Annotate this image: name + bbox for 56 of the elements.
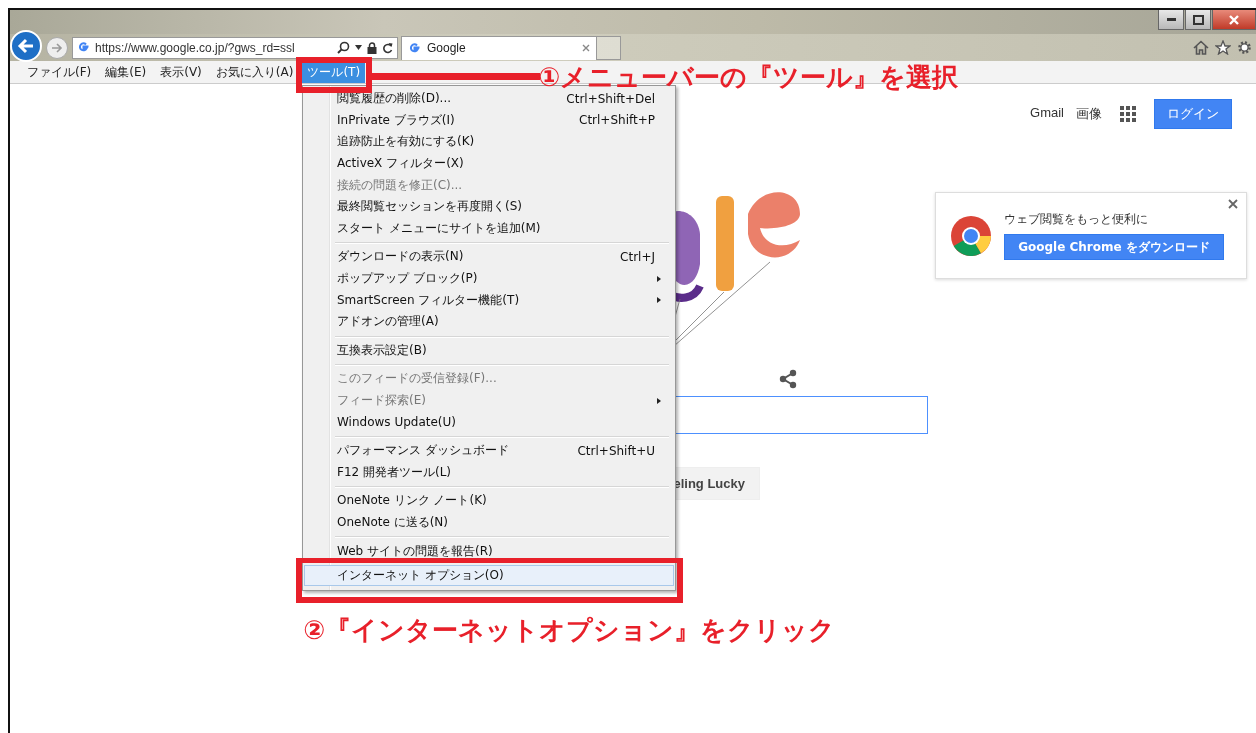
chrome-logo-icon <box>950 214 992 257</box>
maximize-icon <box>1192 14 1204 25</box>
settings-icon[interactable] <box>1237 40 1252 55</box>
menu-item[interactable]: アドオンの管理(A) <box>305 310 673 333</box>
menu-bar-item[interactable]: お気に入り(A) <box>210 61 299 83</box>
instruction-text: ②『インターネットオプション』をクリック <box>303 614 835 647</box>
dropdown-caret-icon[interactable] <box>355 45 362 50</box>
refresh-icon[interactable] <box>382 41 393 54</box>
header-link[interactable]: Gmail <box>1030 105 1064 123</box>
shortcut-text: Ctrl+Shift+U <box>577 443 655 458</box>
menu-item[interactable]: ポップアップ ブロック(P) <box>305 267 673 290</box>
menu-item[interactable]: OneNote に送る(N) <box>305 511 673 534</box>
lock-icon[interactable] <box>367 41 377 54</box>
menu-item[interactable]: 追跡防止を有効にする(K) <box>305 131 673 153</box>
menu-item[interactable]: ダウンロードの表示(N) Ctrl+J <box>305 246 673 268</box>
share-icon[interactable] <box>778 369 798 389</box>
shortcut-text: Ctrl+J <box>620 249 655 264</box>
arrow-right-icon <box>51 42 63 53</box>
address-text: https://www.google.co.jp/?gws_rd=ssl <box>95 40 296 55</box>
login-button[interactable]: ログイン <box>1154 99 1232 129</box>
menu-bar-item[interactable]: 表示(V) <box>155 61 207 83</box>
close-icon <box>1228 14 1240 25</box>
tab-title: Google <box>427 41 467 55</box>
menu-item[interactable]: 最終閲覧セッションを再度開く(S) <box>305 195 673 218</box>
instruction-text: ①メニューバーの『ツール』を選択 <box>538 61 958 93</box>
restore-button[interactable] <box>1185 10 1211 30</box>
search-icon[interactable] <box>337 41 350 54</box>
close-button[interactable] <box>1212 10 1256 30</box>
shortcut-text: Ctrl+Shift+P <box>579 113 655 128</box>
menu-item[interactable]: パフォーマンス ダッシュボード Ctrl+Shift+U <box>305 439 673 462</box>
minimize-icon <box>1166 18 1176 21</box>
close-icon[interactable] <box>1228 199 1238 209</box>
menu-item[interactable]: ActiveX フィルター(X) <box>305 152 673 175</box>
star-icon[interactable] <box>1215 40 1231 55</box>
menu-bar-item[interactable]: 編集(E) <box>100 61 152 83</box>
menu-item[interactable]: スタート メニューにサイトを追加(M) <box>305 217 673 240</box>
header-link[interactable]: 画像 <box>1076 105 1102 123</box>
browser-tab[interactable]: Google <box>401 35 597 60</box>
menu-item[interactable]: インターネット オプション(O) <box>304 564 674 587</box>
apps-grid-icon[interactable] <box>1120 106 1136 122</box>
menu-item[interactable]: Web サイトの問題を報告(R) <box>305 540 673 562</box>
promo-text: ウェブ閲覧をもっと便利に <box>1004 211 1149 228</box>
menu-item[interactable]: SmartScreen フィルター機能(T) <box>305 289 673 311</box>
menu-item[interactable]: Windows Update(U) <box>305 411 673 433</box>
google-g-icon <box>77 41 90 54</box>
shortcut-text: Ctrl+Shift+Del <box>566 91 655 106</box>
download-button[interactable]: Google Chrome をダウンロード <box>1004 234 1224 260</box>
address-bar[interactable]: https://www.google.co.jp/?gws_rd=ssl <box>72 36 398 59</box>
google-g-icon <box>408 41 421 55</box>
menu-bar-item[interactable]: ファイル(F) <box>22 61 97 83</box>
minimize-button[interactable] <box>1158 10 1184 30</box>
arrow-left-icon <box>17 37 35 54</box>
home-icon[interactable] <box>1193 40 1209 55</box>
menu-item[interactable]: 互換表示設定(B) <box>305 339 673 362</box>
close-icon[interactable] <box>582 44 590 52</box>
menu-item[interactable]: InPrivate ブラウズ(I) Ctrl+Shift+P <box>305 109 673 132</box>
